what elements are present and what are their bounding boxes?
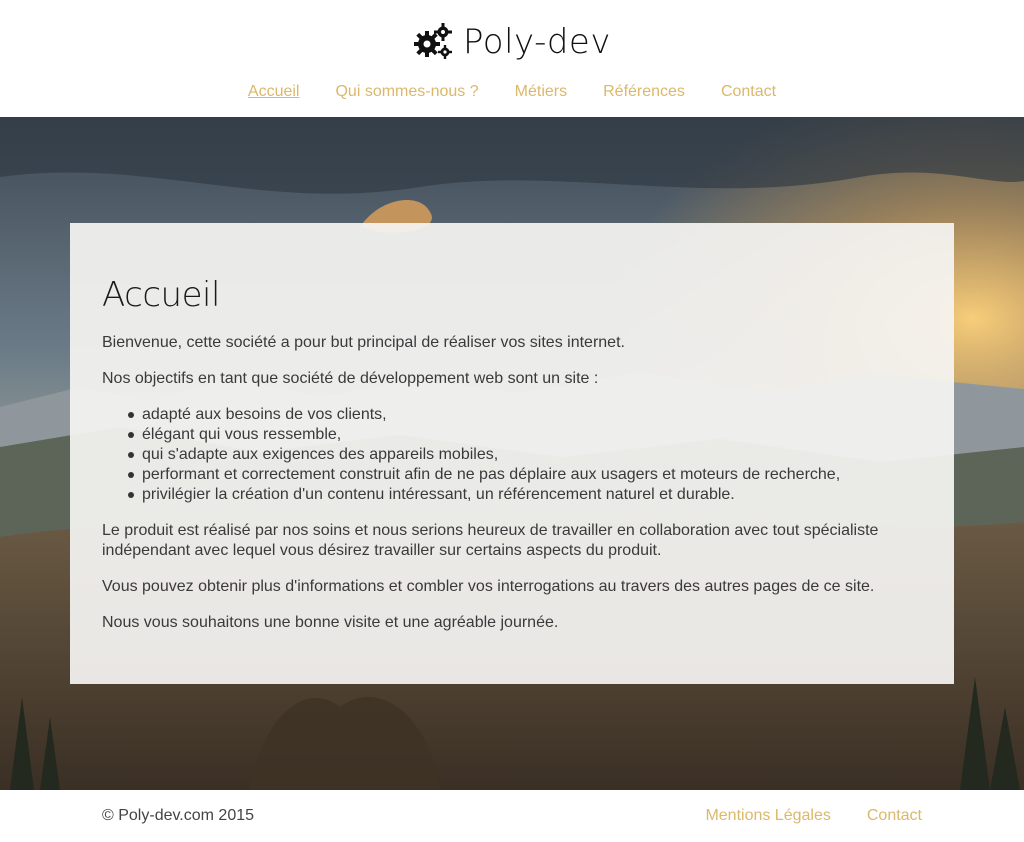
nav-metiers[interactable]: Métiers (515, 83, 567, 101)
objectives-intro: Nos objectifs en tant que société de dév… (102, 370, 599, 387)
main-nav: Accueil Qui sommes-nous ? Métiers Référe… (0, 80, 1024, 104)
page-title: Accueil (102, 275, 220, 315)
brand-name: Poly-dev (463, 22, 611, 62)
footer-link-mentions-legales[interactable]: Mentions Légales (705, 807, 830, 825)
objectives-list: adapté aux besoins de vos clients, éléga… (128, 405, 922, 505)
list-item: qui s'adapte aux exigences des appareils… (128, 445, 922, 465)
nav-references[interactable]: Références (603, 83, 685, 101)
hero-background-image: Accueil Bienvenue, cette société a pour … (0, 117, 1024, 790)
product-paragraph: Le produit est réalisé par nos soins et … (102, 522, 879, 559)
list-item: privilégier la création d'un contenu int… (128, 485, 922, 505)
list-item: performant et correctement construit afi… (128, 465, 922, 485)
closing-paragraph: Nous vous souhaitons une bonne visite et… (102, 614, 559, 631)
footer-link-contact[interactable]: Contact (867, 807, 922, 825)
intro-paragraph: Bienvenue, cette société a pour but prin… (102, 334, 625, 351)
footer-links: Mentions Légales Contact (705, 807, 922, 825)
list-item: élégant qui vous ressemble, (128, 425, 922, 445)
site-footer: © Poly-dev.com 2015 Mentions Légales Con… (0, 790, 1024, 842)
nav-contact[interactable]: Contact (721, 83, 776, 101)
site-header: Poly-dev Accueil Qui sommes-nous ? Métie… (0, 0, 1024, 117)
info-paragraph: Vous pouvez obtenir plus d'informations … (102, 578, 875, 595)
nav-accueil[interactable]: Accueil (248, 83, 300, 101)
nav-qui-sommes-nous[interactable]: Qui sommes-nous ? (335, 83, 478, 101)
content-panel: Accueil Bienvenue, cette société a pour … (70, 223, 954, 684)
list-item: adapté aux besoins de vos clients, (128, 405, 922, 425)
copyright-text: © Poly-dev.com 2015 (102, 807, 255, 824)
brand-logo[interactable]: Poly-dev (0, 18, 1024, 66)
gears-icon (414, 23, 453, 59)
